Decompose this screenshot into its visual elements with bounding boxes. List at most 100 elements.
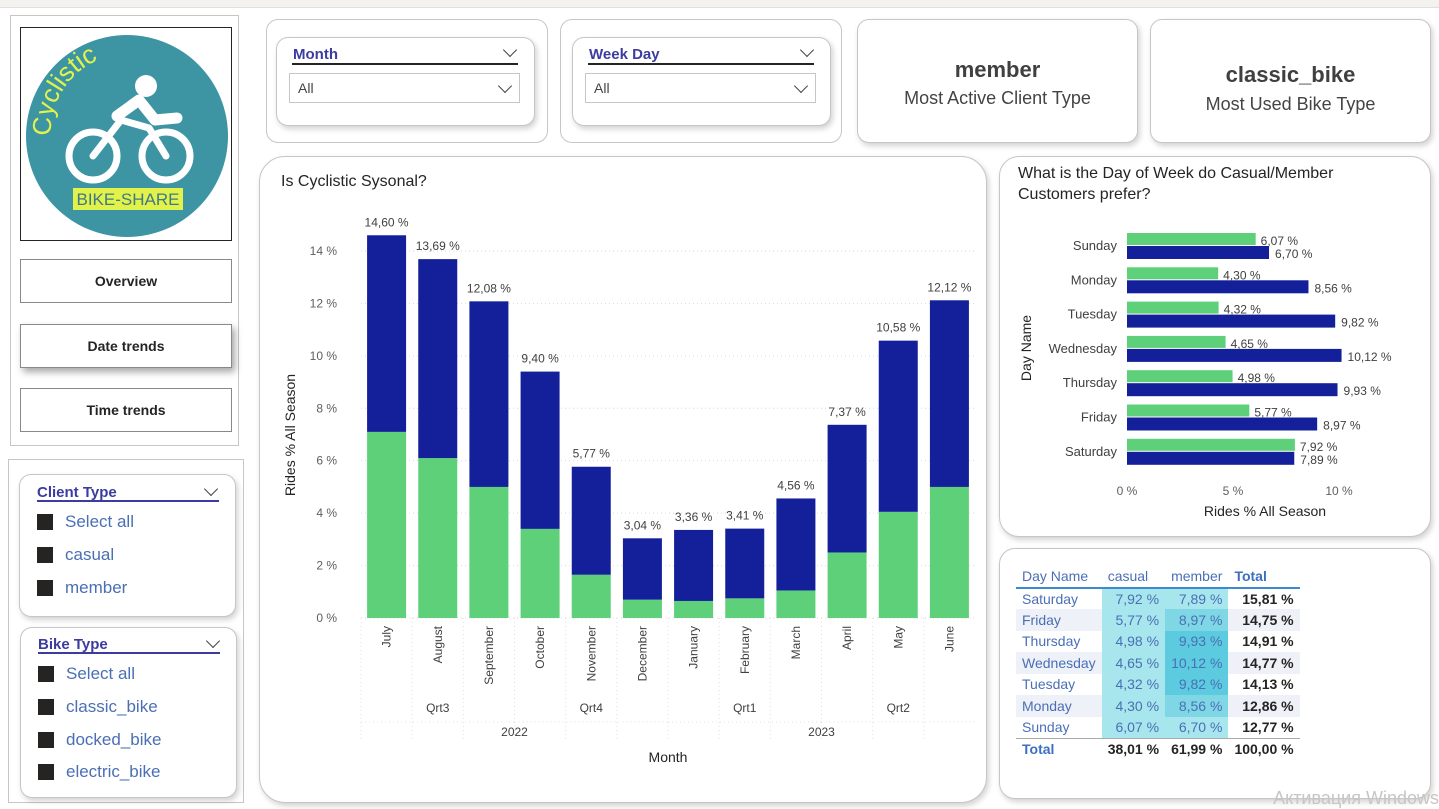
x-tick-label: May (891, 626, 905, 649)
data-label-casual: 4,30 % (1223, 268, 1261, 282)
matrix-header-member[interactable]: member (1165, 566, 1228, 588)
day-cell: Tuesday (1016, 674, 1102, 696)
weekday-dropdown[interactable]: All (585, 73, 816, 103)
day-tick-label: Tuesday (1068, 307, 1118, 322)
casual-cell: 7,92 % (1102, 588, 1165, 610)
weekday-chart: Sunday6,07 %6,70 %Monday4,30 %8,56 %Tues… (999, 220, 1431, 530)
data-label-casual: 5,77 % (1254, 406, 1292, 420)
bar-casual (674, 601, 713, 618)
data-label-member: 9,82 % (1341, 316, 1379, 330)
month-dropdown[interactable]: All (289, 73, 520, 103)
total-cell: 38,01 % (1102, 738, 1165, 760)
bar-casual (776, 590, 815, 618)
total-cell: 14,91 % (1228, 631, 1299, 653)
x-tick-label: April (840, 626, 854, 650)
activation-watermark: Активация Windows (1273, 788, 1439, 809)
table-row[interactable]: Sunday6,07 %6,70 %12,77 % (1016, 717, 1300, 739)
y-axis-label: Day Name (1018, 315, 1034, 381)
table-row[interactable]: Friday5,77 %8,97 %14,75 % (1016, 609, 1300, 631)
data-label: 12,12 % (927, 280, 971, 294)
client-member-option[interactable]: member (37, 578, 127, 598)
x-tick-label: October (533, 626, 547, 669)
total-cell: 12,86 % (1228, 695, 1299, 717)
data-label-member: 8,56 % (1314, 281, 1352, 295)
kpi-bike-card: classic_bike Most Used Bike Type (1150, 19, 1431, 143)
data-label-member: 8,97 % (1323, 419, 1361, 433)
checkbox-icon (37, 547, 53, 563)
y-tick-label: 14 % (310, 244, 338, 258)
quarter-label: Qrt2 (887, 701, 911, 715)
data-label: 10,58 % (876, 321, 920, 335)
client-select-all-option[interactable]: Select all (37, 512, 134, 532)
bar-member (828, 425, 867, 553)
matrix-header-casual[interactable]: casual (1102, 566, 1165, 588)
x-tick-label: December (635, 626, 649, 681)
overview-button[interactable]: Overview (20, 259, 232, 303)
bike-type-underline (38, 652, 220, 654)
kpi-client-card: member Most Active Client Type (857, 19, 1138, 143)
bar-member (1127, 452, 1294, 465)
monthly-chart: 0 %2 %4 %6 %8 %10 %12 %14 %Rides % All S… (259, 195, 987, 785)
x-tick-label: 0 % (1117, 484, 1138, 498)
logo-frame: Cyclistic BIKE-SHARE (20, 27, 232, 241)
casual-cell: 6,07 % (1102, 717, 1165, 739)
bike-electric-option[interactable]: electric_bike (38, 762, 161, 782)
year-label: 2023 (808, 725, 835, 739)
bike-classic-option[interactable]: classic_bike (38, 697, 158, 717)
bar-casual (930, 487, 969, 618)
casual-cell: 5,77 % (1102, 609, 1165, 631)
y-axis-label: Rides % All Season (282, 374, 298, 496)
x-tick-label: 10 % (1325, 484, 1353, 498)
casual-cell: 4,32 % (1102, 674, 1165, 696)
table-row[interactable]: Wednesday4,65 %10,12 %14,77 % (1016, 652, 1300, 674)
table-row[interactable]: Monday4,30 %8,56 %12,86 % (1016, 695, 1300, 717)
checkbox-icon (37, 514, 53, 530)
day-tick-label: Wednesday (1049, 341, 1118, 356)
y-tick-label: 10 % (310, 349, 338, 363)
option-label: member (65, 578, 127, 598)
option-label: electric_bike (66, 762, 161, 782)
bar-member (469, 301, 508, 487)
checkbox-icon (37, 580, 53, 596)
matrix-header-day[interactable]: Day Name (1016, 566, 1102, 588)
total-cell: 61,99 % (1165, 738, 1228, 760)
x-tick-label: November (584, 626, 598, 681)
quarter-label: Qrt3 (426, 701, 450, 715)
time-trends-button[interactable]: Time trends (20, 388, 232, 432)
bar-member (930, 300, 969, 487)
kpi-bike-label: Most Used Bike Type (1151, 94, 1430, 115)
kpi-client-label: Most Active Client Type (858, 88, 1137, 109)
date-trends-button[interactable]: Date trends (20, 324, 232, 368)
data-label-casual: 6,07 % (1261, 234, 1299, 248)
day-cell: Monday (1016, 695, 1102, 717)
client-casual-option[interactable]: casual (37, 545, 114, 565)
bar-casual (623, 600, 662, 618)
client-type-underline (37, 500, 219, 502)
total-cell: 14,75 % (1228, 609, 1299, 631)
bike-select-all-option[interactable]: Select all (38, 664, 135, 684)
data-label: 12,08 % (467, 281, 511, 295)
x-axis-label: Month (649, 749, 688, 765)
day-tick-label: Sunday (1073, 238, 1118, 253)
data-label: 4,56 % (777, 478, 815, 492)
bike-docked-option[interactable]: docked_bike (38, 730, 161, 750)
x-tick-label: February (738, 626, 752, 674)
table-row[interactable]: Saturday7,92 %7,89 %15,81 % (1016, 588, 1300, 610)
member-cell: 10,12 % (1165, 652, 1228, 674)
bar-member (418, 259, 457, 458)
data-label: 3,36 % (675, 510, 713, 524)
bar-casual (1127, 405, 1249, 417)
member-cell: 7,89 % (1165, 588, 1228, 610)
table-row[interactable]: Tuesday4,32 %9,82 %14,13 % (1016, 674, 1300, 696)
quarter-label: Qrt4 (580, 701, 604, 715)
total-cell: 12,77 % (1228, 717, 1299, 739)
table-row[interactable]: Thursday4,98 %9,93 %14,91 % (1016, 631, 1300, 653)
option-label: Select all (65, 512, 134, 532)
x-tick-label: September (482, 626, 496, 685)
matrix-header-total[interactable]: Total (1228, 566, 1299, 588)
ribbon-strip (0, 0, 1439, 8)
bar-member (367, 235, 406, 432)
logo-banner-text: BIKE-SHARE (77, 190, 180, 209)
data-label-member: 9,93 % (1344, 384, 1382, 398)
cyclist-head (135, 75, 157, 97)
